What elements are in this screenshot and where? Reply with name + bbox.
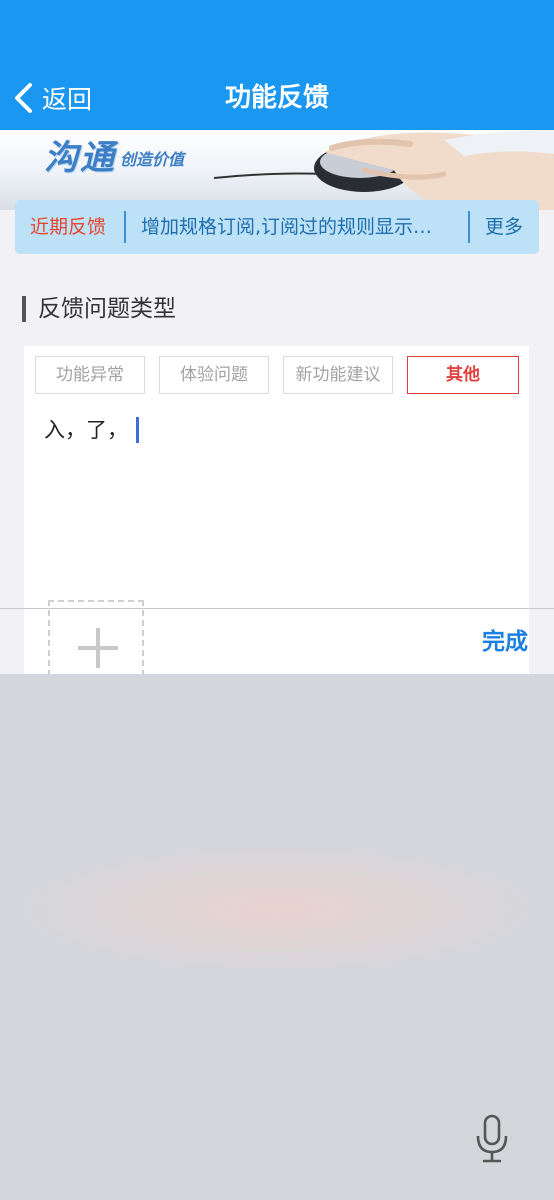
- feedback-card: 功能异常 体验问题 新功能建议 其他 入，了，: [24, 346, 529, 696]
- recent-feedback-label: 近期反馈: [30, 216, 107, 238]
- divider: [468, 211, 470, 243]
- feedback-text-value: 入，了，: [44, 418, 128, 442]
- recent-feedback-bar[interactable]: 近期反馈 增加规格订阅,订阅过的规则显示… 更多: [15, 200, 539, 254]
- banner: 沟通 创造价值: [0, 130, 554, 210]
- banner-logo: 沟通: [44, 138, 116, 178]
- app-header: 返回 功能反馈: [0, 0, 554, 130]
- page-title: 功能反馈: [224, 83, 329, 113]
- plus-icon-vertical: [96, 628, 100, 668]
- divider: [124, 211, 126, 243]
- type-tag-function-error[interactable]: 功能异常: [35, 356, 145, 394]
- keyboard-glow: [20, 844, 534, 974]
- banner-slogan: 创造价值: [120, 150, 185, 169]
- keyboard-toolbar-divider: [0, 608, 554, 609]
- done-button[interactable]: 完成: [482, 622, 528, 656]
- text-caret: [136, 417, 139, 443]
- feedback-textarea[interactable]: 入，了，: [44, 414, 139, 446]
- type-tag-other[interactable]: 其他: [407, 356, 519, 394]
- more-button[interactable]: 更多: [485, 200, 523, 254]
- hand-mouse-illustration: [214, 130, 554, 210]
- keyboard-area[interactable]: [0, 674, 554, 1200]
- type-tag-new-feature[interactable]: 新功能建议: [283, 356, 393, 394]
- recent-feedback-text[interactable]: 增加规格订阅,订阅过的规则显示…: [141, 200, 453, 254]
- section-marker: [22, 296, 26, 322]
- microphone-icon[interactable]: [474, 1114, 510, 1164]
- type-tag-experience[interactable]: 体验问题: [159, 356, 269, 394]
- section-title: 反馈问题类型: [38, 296, 176, 322]
